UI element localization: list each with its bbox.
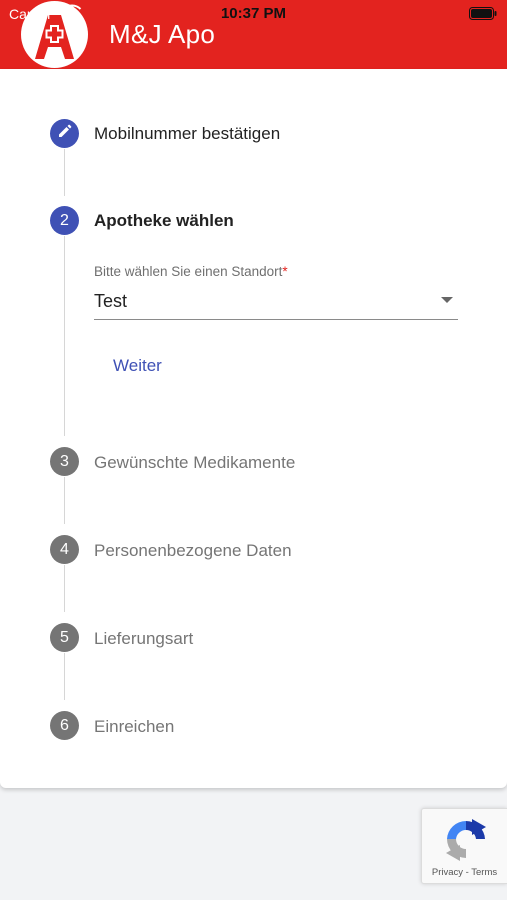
status-bar: Carrier 10:37 PM bbox=[0, 0, 507, 28]
dropdown-arrow-icon bbox=[441, 297, 453, 303]
battery-icon bbox=[469, 7, 497, 25]
location-select-value: Test bbox=[94, 291, 128, 311]
step-3-indicator: 3 bbox=[50, 447, 79, 476]
step-1-indicator[interactable] bbox=[50, 119, 79, 148]
step-6-indicator: 6 bbox=[50, 711, 79, 740]
status-time: 10:37 PM bbox=[220, 5, 287, 22]
step-3-label: Gewünschte Medikamente bbox=[94, 453, 296, 472]
step-5-label: Lieferungsart bbox=[94, 629, 194, 648]
stepper-card: Mobilnummer bestätigen 2 Apotheke wählen… bbox=[0, 69, 507, 788]
step-connector bbox=[64, 565, 65, 612]
step-5-indicator: 5 bbox=[50, 623, 79, 652]
step-connector bbox=[64, 477, 65, 524]
step-2-label: Apotheke wählen bbox=[94, 211, 234, 230]
step-4-label: Personenbezogene Daten bbox=[94, 541, 292, 560]
required-marker: * bbox=[282, 264, 288, 279]
recaptcha-links[interactable]: Privacy - Terms bbox=[422, 867, 507, 878]
step-connector bbox=[64, 236, 65, 436]
next-button[interactable]: Weiter bbox=[100, 348, 175, 384]
location-field-label: Bitte wählen Sie einen Standort* bbox=[94, 264, 288, 279]
step-connector bbox=[64, 653, 65, 700]
recaptcha-icon bbox=[442, 817, 490, 868]
step-connector bbox=[64, 149, 65, 196]
step-1-label[interactable]: Mobilnummer bestätigen bbox=[94, 124, 280, 144]
recaptcha-badge[interactable]: Privacy - Terms bbox=[421, 808, 507, 884]
step-4-indicator: 4 bbox=[50, 535, 79, 564]
step-2-indicator: 2 bbox=[50, 206, 79, 235]
step-6-label: Einreichen bbox=[94, 717, 175, 736]
location-select[interactable]: Test bbox=[94, 287, 458, 320]
pencil-icon bbox=[58, 124, 72, 143]
